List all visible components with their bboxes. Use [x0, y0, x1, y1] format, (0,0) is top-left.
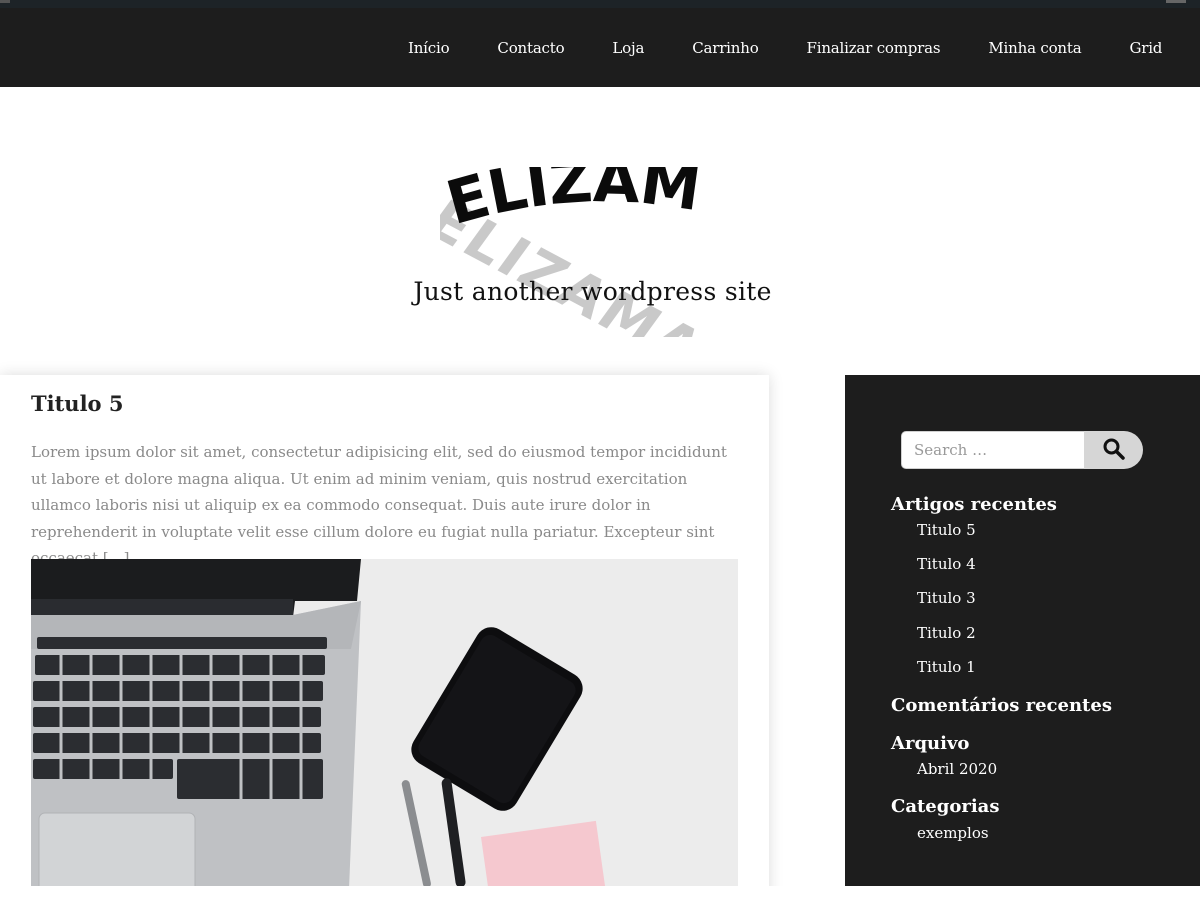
- recent-post-item[interactable]: Titulo 5: [917, 521, 976, 539]
- post-featured-image[interactable]: [31, 559, 738, 889]
- nav-link-carrinho[interactable]: Carrinho: [692, 39, 759, 57]
- admin-bar-right-stub: [1166, 0, 1186, 3]
- logo-text: ELIZAMA: [440, 167, 704, 239]
- nav-link-loja[interactable]: Loja: [612, 39, 644, 57]
- site-tagline: Just another wordpress site: [413, 277, 772, 306]
- site-header: ELIZAMA ELIZAMA Just another wordpress s…: [0, 87, 1200, 382]
- archive-item[interactable]: Abril 2020: [917, 760, 997, 778]
- search-icon: [1103, 438, 1125, 460]
- site-logo[interactable]: ELIZAMA ELIZAMA: [414, 112, 770, 382]
- search-input[interactable]: [901, 431, 1085, 469]
- nav-link-contacto[interactable]: Contacto: [497, 39, 564, 57]
- admin-bar-left-stub: [0, 0, 10, 3]
- main-navigation: Início Contacto Loja Carrinho Finalizar …: [0, 8, 1200, 87]
- recent-post-item[interactable]: Titulo 1: [917, 658, 976, 676]
- nav-item-loja: Loja: [588, 38, 668, 57]
- elizama-logo-icon: ELIZAMA ELIZAMA: [414, 112, 716, 382]
- nav-menu: Início Contacto Loja Carrinho Finalizar …: [384, 8, 1186, 87]
- widget-title-recent-posts: Artigos recentes: [891, 494, 1057, 515]
- nav-item-minha-conta: Minha conta: [964, 38, 1105, 57]
- nav-link-finalizar-compras[interactable]: Finalizar compras: [807, 39, 941, 57]
- nav-item-carrinho: Carrinho: [668, 38, 782, 57]
- post-card: Titulo 5 Lorem ipsum dolor sit amet, con…: [0, 375, 769, 900]
- page-bottom-edge: [0, 886, 1200, 900]
- nav-link-inicio[interactable]: Início: [408, 39, 450, 57]
- widget-title-archive: Arquivo: [891, 733, 970, 754]
- widget-title-recent-comments: Comentários recentes: [891, 695, 1112, 716]
- post-title[interactable]: Titulo 5: [31, 391, 123, 416]
- nav-item-contacto: Contacto: [473, 38, 588, 57]
- nav-item-grid: Grid: [1105, 38, 1186, 57]
- recent-post-item[interactable]: Titulo 4: [917, 555, 976, 573]
- nav-link-minha-conta[interactable]: Minha conta: [988, 39, 1081, 57]
- recent-post-item[interactable]: Titulo 3: [917, 589, 976, 607]
- sidebar: Artigos recentes Titulo 5 Titulo 4 Titul…: [845, 375, 1200, 887]
- widget-title-categories: Categorias: [891, 796, 1000, 817]
- nav-item-finalizar-compras: Finalizar compras: [783, 38, 965, 57]
- post-excerpt: Lorem ipsum dolor sit amet, consectetur …: [31, 443, 727, 567]
- admin-bar: [0, 0, 1200, 8]
- laptop-phone-desk-image: [31, 559, 738, 889]
- recent-post-item[interactable]: Titulo 2: [917, 624, 976, 642]
- nav-link-grid[interactable]: Grid: [1129, 39, 1162, 57]
- search-form: [901, 431, 1143, 471]
- nav-item-inicio: Início: [384, 38, 473, 57]
- logo-text-path: ELIZAMA: [417, 112, 705, 239]
- search-button[interactable]: [1084, 431, 1143, 469]
- category-item[interactable]: exemplos: [917, 824, 989, 842]
